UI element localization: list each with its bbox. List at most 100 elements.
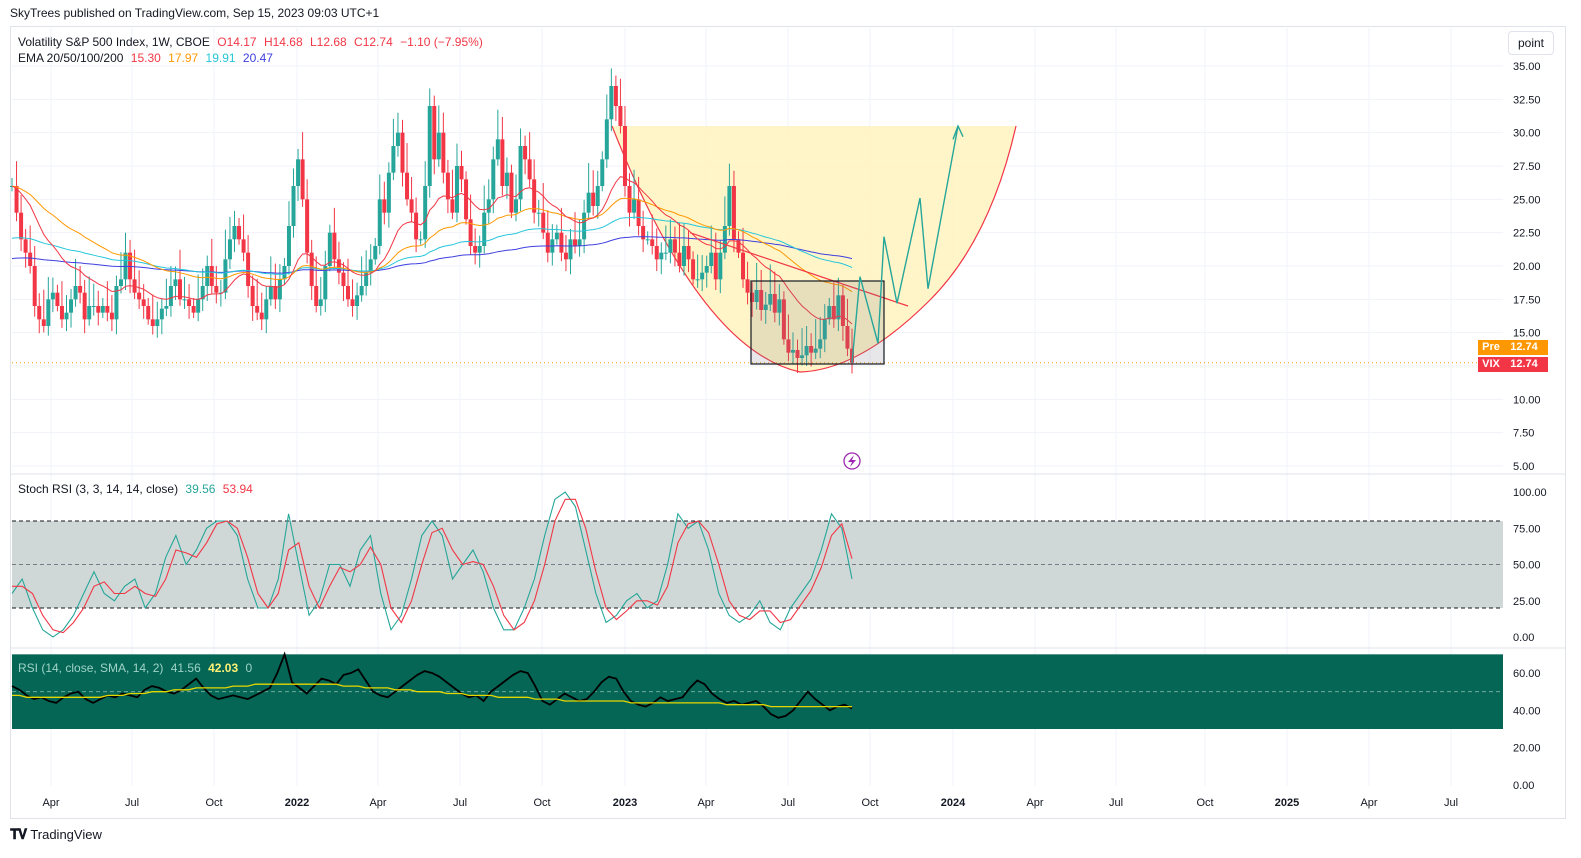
candle-down-body (500, 139, 505, 186)
tradingview-logo-icon: 𝐓𝐕 (10, 826, 27, 842)
rsi-sma-value: 42.03 (208, 661, 239, 675)
pre-value: 12.74 (1510, 341, 1538, 353)
low-value: L12.68 (310, 35, 347, 49)
time-tick-label: Oct (533, 797, 550, 809)
candle-down-body (187, 299, 192, 306)
candle-down-body (146, 306, 151, 320)
candle-up-body (205, 266, 210, 286)
tradingview-logo[interactable]: 𝐓𝐕 TradingView (10, 826, 102, 843)
price-tick-label: 15.00 (1513, 328, 1541, 340)
candle-down-body (650, 239, 655, 246)
candle-up-body (327, 232, 332, 266)
rsi-tick-label: 0.00 (1513, 780, 1534, 792)
open-value: O14.17 (217, 35, 257, 49)
candle-down-body (459, 166, 464, 180)
vix-label: VIX (1482, 358, 1500, 370)
candle-up-body (64, 312, 69, 320)
candle-down-body (37, 306, 42, 320)
candle-down-body (741, 252, 746, 280)
candle-up-body (645, 239, 650, 241)
candle-up-body (232, 226, 237, 240)
candle-up-body (709, 252, 714, 266)
candle-down-body (41, 319, 46, 326)
candle-up-body (536, 212, 541, 214)
price-tick-label: 5.00 (1513, 461, 1534, 473)
candle-up-body (159, 308, 164, 320)
candle-down-body (314, 286, 319, 306)
time-tick-label: Apr (1026, 797, 1043, 809)
candle-down-body (677, 252, 682, 266)
candle-down-body (141, 299, 146, 306)
candle-down-body (19, 212, 24, 240)
candle-up-body (514, 199, 518, 213)
candle-down-body (627, 186, 632, 213)
candle-up-body (355, 295, 360, 306)
candle-down-body (23, 239, 28, 253)
candle-up-body (477, 246, 482, 253)
price-unit-button[interactable]: point (1508, 31, 1554, 55)
candle-down-body (55, 292, 60, 306)
candle-down-body (246, 252, 251, 286)
ema20-value: 15.30 (130, 51, 161, 65)
candle-down-body (405, 172, 410, 200)
candle-down-body (400, 132, 405, 173)
candle-up-body (604, 119, 609, 160)
candle-up-body (164, 306, 169, 309)
candle-up-body (632, 199, 637, 213)
candle-up-body (264, 299, 269, 320)
candle-up-body (700, 272, 705, 280)
candle-up-body (296, 159, 301, 186)
candle-up-body (595, 186, 600, 206)
stoch-d-value: 53.94 (222, 482, 253, 496)
candle-down-body (618, 106, 623, 126)
candle-up-body (173, 279, 178, 286)
candle-up-body (118, 279, 123, 286)
candle-up-body (100, 306, 105, 313)
candle-down-body (255, 306, 260, 313)
candle-down-body (336, 259, 341, 273)
candle-down-body (209, 266, 214, 286)
candle-up-body (377, 199, 382, 246)
candle-down-body (237, 226, 242, 240)
candle-down-body (541, 212, 546, 233)
change-value: −1.10 (−7.95%) (400, 35, 483, 49)
candle-down-body (450, 199, 455, 213)
stoch-tick-label: 25.00 (1513, 596, 1541, 608)
candle-down-body (259, 312, 264, 320)
candle-up-body (418, 239, 423, 241)
candle-up-body (727, 186, 732, 226)
candle-up-body (91, 306, 96, 307)
candle-up-body (554, 232, 559, 240)
candle-up-body (495, 139, 500, 160)
candle-down-body (78, 286, 83, 293)
candle-up-body (182, 299, 187, 301)
candle-up-body (600, 159, 605, 186)
candle-down-body (137, 292, 142, 300)
candle-up-body (436, 132, 441, 160)
candle-up-body (318, 299, 323, 306)
time-tick-label: Jul (1109, 797, 1123, 809)
vix-value: 12.74 (1510, 358, 1538, 370)
rsi-label: RSI (14, close, SMA, 14, 2) (18, 661, 164, 675)
stoch-tick-label: 50.00 (1513, 560, 1541, 572)
candle-up-body (291, 186, 296, 226)
time-tick-label: Jul (125, 797, 139, 809)
candle-up-body (486, 199, 491, 213)
candle-down-body (96, 306, 101, 313)
candle-down-body (686, 246, 691, 260)
rsi-extra-value: 0 (245, 661, 253, 675)
candle-down-body (509, 172, 514, 213)
candle-up-body (196, 299, 201, 313)
price-tick-label: 22.50 (1513, 228, 1541, 240)
stoch-k-value: 39.56 (185, 482, 216, 496)
candle-up-body (568, 239, 573, 260)
candle-down-body (109, 312, 114, 320)
candle-down-body (82, 292, 87, 320)
chart-canvas[interactable]: 35.00 32.50 30.00 27.50 25.00 22.50 20.00 17.50… (0, 0, 1581, 858)
candle-down-body (414, 212, 419, 240)
candle-down-body (241, 239, 246, 253)
candle-up-body (155, 319, 160, 326)
vix-price-tag: VIX 12.74 (1478, 357, 1548, 372)
candle-down-body (300, 159, 305, 200)
time-tick-label: Oct (205, 797, 222, 809)
